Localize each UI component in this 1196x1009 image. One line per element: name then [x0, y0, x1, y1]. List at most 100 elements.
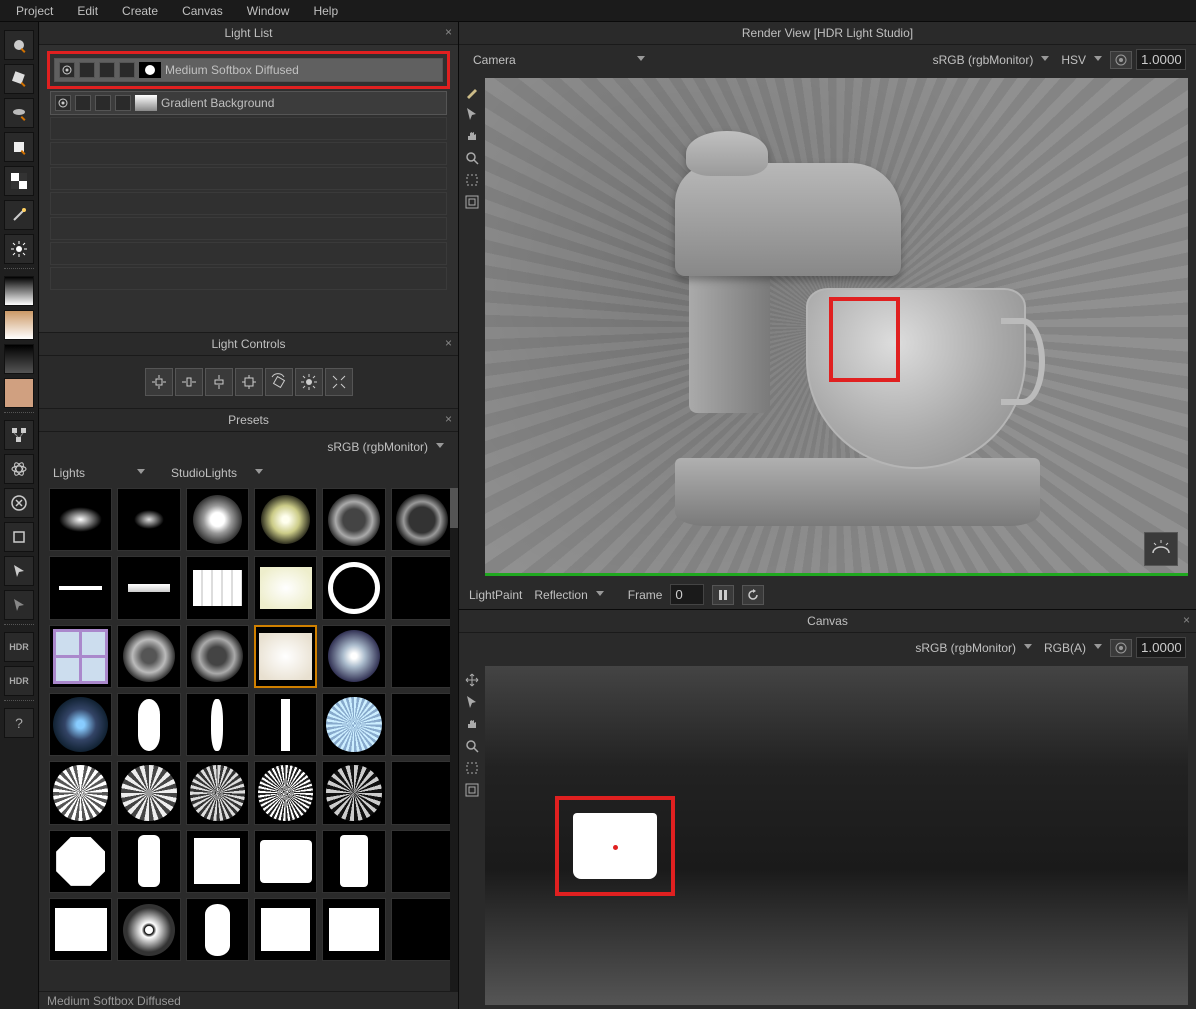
render-colormode-dropdown[interactable]: HSV — [1057, 51, 1106, 69]
preset-item[interactable] — [117, 830, 180, 893]
preset-item[interactable] — [254, 830, 317, 893]
preset-item[interactable] — [49, 625, 112, 688]
region-tool-icon[interactable] — [462, 758, 482, 778]
preset-item[interactable] — [254, 488, 317, 551]
tool-x-icon[interactable] — [4, 488, 34, 518]
preset-item[interactable] — [322, 898, 385, 961]
exposure-icon[interactable] — [1110, 51, 1132, 69]
preset-item[interactable] — [49, 693, 112, 756]
pause-button[interactable] — [712, 585, 734, 605]
preset-item[interactable] — [391, 830, 454, 893]
preset-item[interactable] — [186, 761, 249, 824]
presets-category-dropdown[interactable]: Lights — [49, 464, 149, 482]
tool-help-icon[interactable]: ? — [4, 708, 34, 738]
preset-item[interactable] — [322, 761, 385, 824]
render-colorspace-dropdown[interactable]: sRGB (rgbMonitor) — [929, 51, 1054, 69]
preset-item[interactable] — [117, 693, 180, 756]
scrollbar-thumb[interactable] — [450, 488, 458, 528]
zoom-tool-icon[interactable] — [462, 736, 482, 756]
preset-item[interactable] — [391, 898, 454, 961]
canvas-colorspace-dropdown[interactable]: sRGB (rgbMonitor) — [911, 639, 1036, 657]
lock-icon[interactable] — [119, 62, 135, 78]
scale-icon[interactable] — [235, 368, 263, 396]
rotate-icon[interactable] — [265, 368, 293, 396]
close-icon[interactable]: × — [445, 25, 452, 39]
hand-tool-icon[interactable] — [462, 126, 482, 146]
preset-item[interactable] — [391, 488, 454, 551]
preset-item-selected[interactable] — [254, 625, 317, 688]
tool-brush-1-icon[interactable] — [4, 30, 34, 60]
sun-toggle-icon[interactable] — [1144, 532, 1178, 566]
camera-dropdown[interactable]: Camera — [469, 51, 649, 69]
link-icon[interactable] — [95, 95, 111, 111]
tool-wand-icon[interactable] — [4, 200, 34, 230]
tool-cursor-icon[interactable] — [4, 556, 34, 586]
preset-item[interactable] — [391, 556, 454, 619]
preset-item[interactable] — [391, 625, 454, 688]
tool-gradient-b-icon[interactable] — [4, 310, 34, 340]
zoom-tool-icon[interactable] — [462, 148, 482, 168]
tool-sun-icon[interactable] — [4, 234, 34, 264]
frame-input[interactable] — [670, 584, 704, 605]
canvas-light-softbox[interactable] — [573, 813, 657, 879]
preset-item[interactable] — [322, 488, 385, 551]
preset-item[interactable] — [186, 556, 249, 619]
tool-cursor-down-icon[interactable] — [4, 590, 34, 620]
fit-tool-icon[interactable] — [462, 780, 482, 800]
preset-item[interactable] — [49, 830, 112, 893]
solo-icon[interactable] — [79, 62, 95, 78]
canvas-exposure-input[interactable] — [1136, 637, 1186, 658]
preset-item[interactable] — [322, 625, 385, 688]
move-icon[interactable] — [145, 368, 173, 396]
render-view[interactable] — [485, 78, 1188, 576]
canvas-view[interactable] — [485, 666, 1188, 1005]
canvas-colormode-dropdown[interactable]: RGB(A) — [1040, 639, 1106, 657]
menu-help[interactable]: Help — [301, 4, 350, 18]
render-exposure-input[interactable] — [1136, 49, 1186, 70]
preset-item[interactable] — [391, 693, 454, 756]
tool-solid-icon[interactable] — [4, 378, 34, 408]
cursor-tool-icon[interactable] — [462, 104, 482, 124]
preset-item[interactable] — [186, 488, 249, 551]
paint-tool-icon[interactable] — [462, 82, 482, 102]
preset-item[interactable] — [254, 761, 317, 824]
preset-item[interactable] — [117, 625, 180, 688]
menu-canvas[interactable]: Canvas — [170, 4, 235, 18]
exposure-icon[interactable] — [1110, 639, 1132, 657]
menu-create[interactable]: Create — [110, 4, 170, 18]
preset-item[interactable] — [117, 761, 180, 824]
preset-item[interactable] — [254, 693, 317, 756]
tool-nodes-icon[interactable] — [4, 420, 34, 450]
cursor-tool-icon[interactable] — [462, 692, 482, 712]
menu-edit[interactable]: Edit — [65, 4, 110, 18]
preset-item[interactable] — [49, 761, 112, 824]
scale-v-icon[interactable] — [205, 368, 233, 396]
close-icon[interactable]: × — [445, 412, 452, 426]
preset-item[interactable] — [117, 898, 180, 961]
preset-item[interactable] — [49, 488, 112, 551]
close-icon[interactable]: × — [1183, 613, 1190, 627]
tool-brush-4-icon[interactable] — [4, 132, 34, 162]
preset-item[interactable] — [322, 556, 385, 619]
preset-item[interactable] — [49, 898, 112, 961]
visibility-icon[interactable] — [55, 95, 71, 111]
expand-icon[interactable] — [325, 368, 353, 396]
close-icon[interactable]: × — [445, 336, 452, 350]
presets-subcategory-dropdown[interactable]: StudioLights — [167, 464, 267, 482]
preset-item[interactable] — [391, 761, 454, 824]
preset-item[interactable] — [117, 488, 180, 551]
light-list-item[interactable]: Gradient Background — [50, 91, 447, 115]
preset-item[interactable] — [254, 898, 317, 961]
presets-colorspace-dropdown[interactable]: sRGB (rgbMonitor) — [323, 438, 448, 456]
tool-gradient-a-icon[interactable] — [4, 276, 34, 306]
preset-item[interactable] — [117, 556, 180, 619]
region-tool-icon[interactable] — [462, 170, 482, 190]
canvas-light-highlighted[interactable] — [555, 796, 675, 896]
visibility-icon[interactable] — [59, 62, 75, 78]
solo-icon[interactable] — [75, 95, 91, 111]
preset-item[interactable] — [322, 693, 385, 756]
preset-item[interactable] — [322, 830, 385, 893]
tool-brush-2-icon[interactable] — [4, 64, 34, 94]
refresh-button[interactable] — [742, 585, 764, 605]
tool-hdr-icon[interactable]: HDR — [4, 632, 34, 662]
